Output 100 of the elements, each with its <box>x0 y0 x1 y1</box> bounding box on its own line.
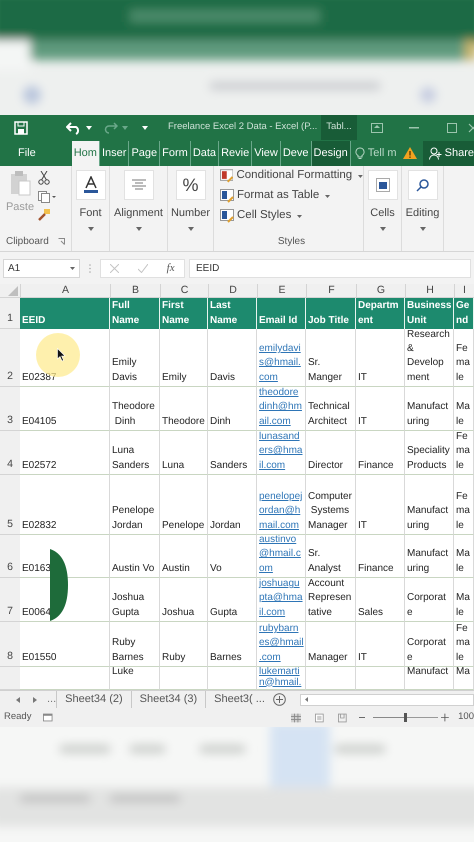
row-header[interactable]: 6 <box>0 535 20 578</box>
table-cell: Gupta <box>208 578 257 622</box>
table-cell: Theodore Dinh <box>110 387 160 431</box>
ribbon-tab[interactable]: Design <box>312 141 351 166</box>
column-header[interactable]: G <box>356 284 405 297</box>
table-cell: Penelope Jordan <box>110 475 160 535</box>
name-box[interactable]: A1 <box>3 258 80 278</box>
more-sheets-button[interactable]: ... <box>47 691 56 708</box>
column-header[interactable]: A <box>20 284 110 297</box>
caret-icon <box>88 226 94 230</box>
scissors-icon[interactable] <box>38 171 50 185</box>
styles-menu-button[interactable]: Cell Styles <box>220 206 363 226</box>
header-cell: EEID <box>20 298 110 329</box>
save-icon[interactable] <box>14 120 28 134</box>
caret-icon[interactable] <box>86 126 92 130</box>
row-header[interactable]: 2 <box>0 329 20 387</box>
ribbon-display-icon[interactable] <box>370 122 383 132</box>
caret-icon[interactable] <box>70 266 75 270</box>
column-header[interactable]: E <box>257 284 306 297</box>
styles-menu-button[interactable]: Format as Table <box>220 186 363 206</box>
warning-icon[interactable] <box>402 147 417 159</box>
clipboard-icon <box>9 170 31 196</box>
ribbon-button[interactable]: Alignment <box>110 166 168 251</box>
row-header[interactable]: 3 <box>0 387 20 431</box>
tell-me-field[interactable]: Tell m <box>354 141 397 166</box>
page-layout-icon[interactable] <box>315 712 324 722</box>
row-header[interactable]: 4 <box>0 431 20 475</box>
table-cell: Manager <box>306 622 356 667</box>
styles-menu-button[interactable]: Conditional Formatting <box>220 166 363 186</box>
ribbon-tab[interactable]: File <box>0 141 54 166</box>
row-header[interactable]: 8 <box>0 622 20 667</box>
page-break-icon[interactable] <box>338 712 347 722</box>
column-header[interactable]: B <box>110 284 160 297</box>
copy-icon[interactable] <box>38 191 56 203</box>
table-cell: Davis <box>208 329 257 387</box>
status-text: Ready <box>4 710 32 724</box>
table-cell: Sanders <box>208 431 257 475</box>
table-cell: Finance <box>356 535 405 578</box>
scroll-left-icon[interactable] <box>16 696 20 702</box>
row-header[interactable]: 1 <box>0 298 20 329</box>
table-cell: Manufact uring <box>405 475 454 535</box>
formula-field[interactable]: EEID <box>189 258 471 278</box>
ribbon-button[interactable]: Editing <box>402 166 444 251</box>
search-icon <box>416 178 430 192</box>
macro-record-icon[interactable] <box>43 713 53 722</box>
redo-icon[interactable] <box>104 122 118 134</box>
share-button[interactable]: Share <box>422 141 474 166</box>
table-cell: Jordan <box>208 475 257 535</box>
table-cell: IT <box>356 475 405 535</box>
ribbon-button[interactable]: Cells <box>364 166 402 251</box>
window-title: Freelance Excel 2 Data - Excel (P... <box>168 120 318 134</box>
insert-function-button[interactable]: fx <box>166 260 175 276</box>
brush-icon[interactable] <box>38 209 50 221</box>
column-header[interactable]: I <box>454 284 474 297</box>
normal-view-icon[interactable] <box>290 712 302 722</box>
customize-icon[interactable] <box>142 124 148 130</box>
table-cell: Ma le <box>454 578 474 622</box>
table-cell: Ruby <box>160 622 208 667</box>
table-cell: Manufact uring <box>405 387 454 431</box>
table-cell: Luna <box>160 431 208 475</box>
scroll-left-icon[interactable] <box>304 697 308 702</box>
column-header[interactable]: C <box>160 284 208 297</box>
ribbon-button[interactable]: Font <box>72 166 110 251</box>
table-cell: Fe ma le <box>454 431 474 475</box>
ribbon-button[interactable]: % Number <box>168 166 214 251</box>
email-link[interactable]: lunasand ers@hma il.com <box>257 431 306 475</box>
header-cell: Last Name <box>208 298 257 329</box>
group-label: Styles <box>278 235 306 249</box>
header-cell: Business Unit <box>405 298 454 329</box>
zoom-in-icon[interactable] <box>441 713 450 722</box>
table-cell: IT <box>356 387 405 431</box>
row-header[interactable]: 7 <box>0 578 20 622</box>
ribbon-tab[interactable]: Hom <box>72 141 100 166</box>
caret-icon <box>325 194 330 198</box>
table-style-icon <box>220 209 234 223</box>
horizontal-scrollbar[interactable] <box>300 694 474 706</box>
context-tab-label: Tabl... <box>321 115 357 140</box>
column-header[interactable]: D <box>208 284 257 297</box>
undo-icon[interactable] <box>66 120 82 134</box>
caret-icon <box>188 226 194 230</box>
slider-thumb[interactable] <box>404 713 408 722</box>
row-header[interactable]: 5 <box>0 475 20 535</box>
column-header[interactable]: H <box>405 284 454 297</box>
table-cell: Manufact uring <box>405 535 454 578</box>
column-header[interactable]: F <box>306 284 356 297</box>
scroll-right-icon[interactable] <box>33 696 37 702</box>
table-cell: Joshua Gupta <box>110 578 160 622</box>
table-cell: Austin <box>160 535 208 578</box>
table-cell: Corporat e <box>405 578 454 622</box>
add-sheet-icon[interactable] <box>272 693 286 706</box>
minimize-icon[interactable] <box>408 126 419 128</box>
dialog-launcher-icon[interactable] <box>58 238 65 245</box>
table-cell: Sr. Manger <box>306 329 356 387</box>
align-center-icon <box>132 179 146 191</box>
check-icon[interactable] <box>138 264 148 272</box>
header-cell: Departm ent <box>356 298 405 329</box>
maximize-icon[interactable] <box>446 122 457 132</box>
caret-icon <box>358 174 363 178</box>
table-cell: Corporat e <box>405 622 454 667</box>
table-cell: Emily Davis <box>110 329 160 387</box>
